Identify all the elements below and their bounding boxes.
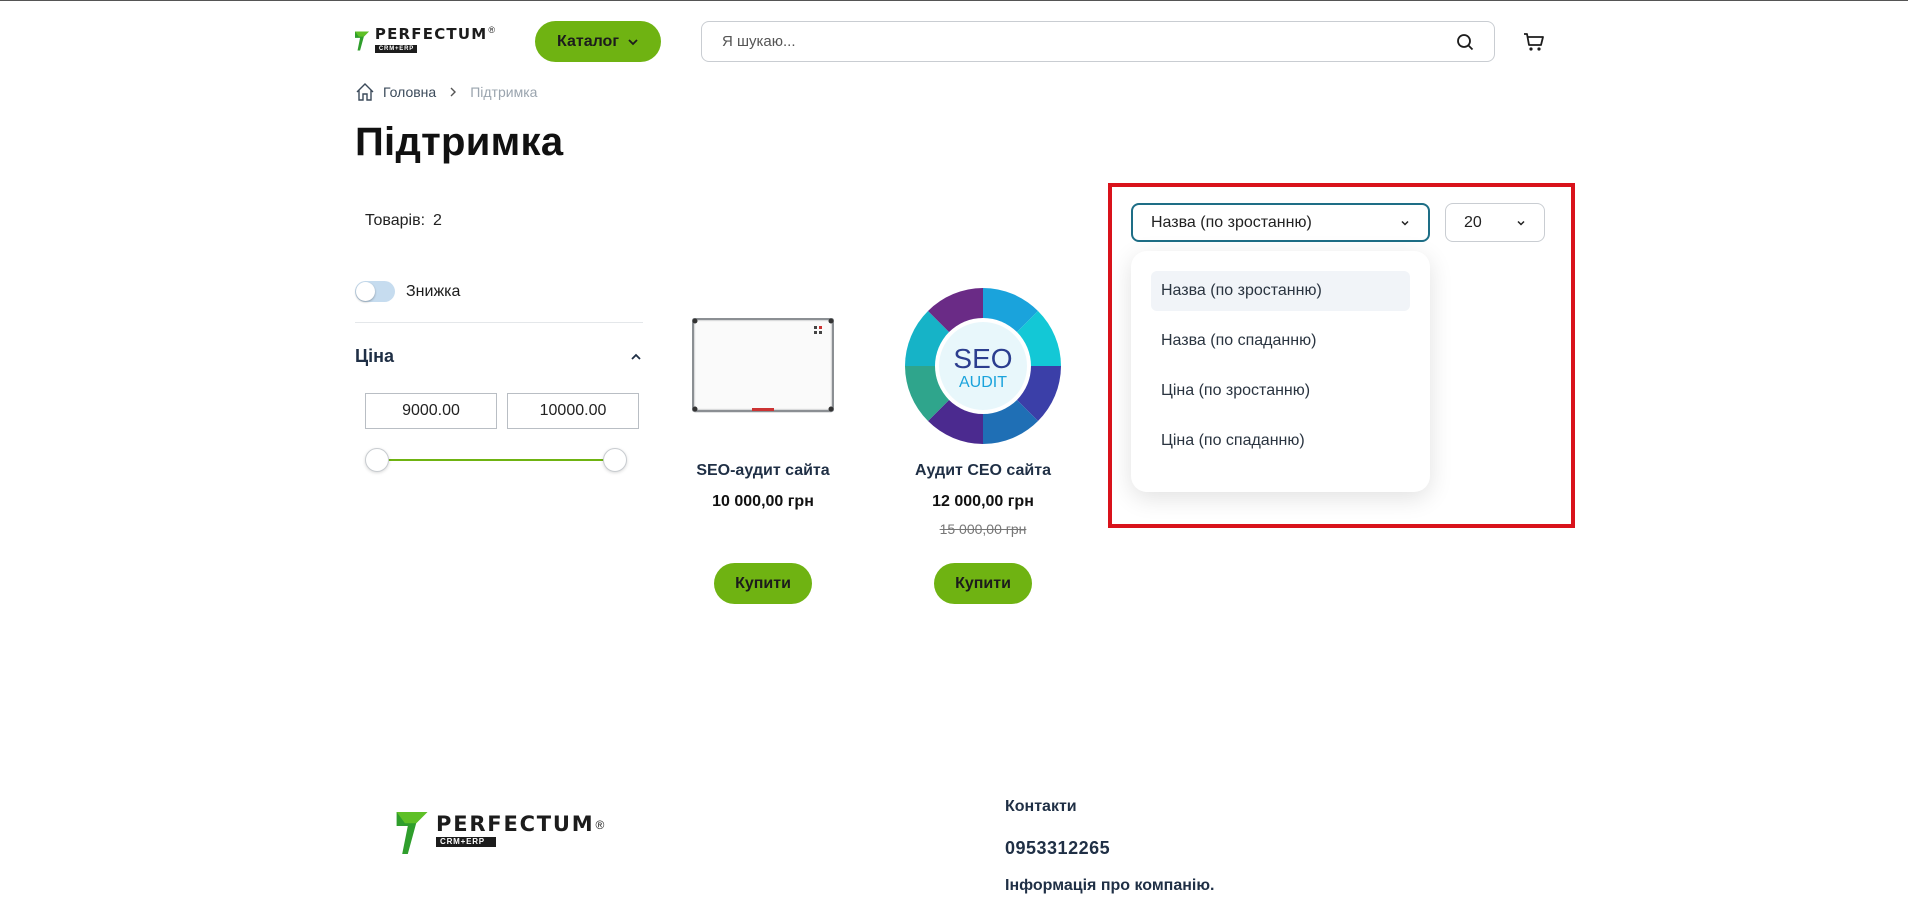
search-input[interactable] xyxy=(722,33,1456,50)
search-bar xyxy=(701,21,1495,62)
sort-option[interactable]: Назва (по спаданню) xyxy=(1151,321,1410,361)
search-icon[interactable] xyxy=(1456,33,1474,51)
chevron-down-icon xyxy=(1517,220,1525,226)
breadcrumb: Головна Підтримка xyxy=(355,81,537,103)
price-max-input[interactable] xyxy=(507,393,639,429)
image-text-audit: AUDIT xyxy=(959,374,1007,391)
header: PERFECTUM® CRM+ERP Каталог xyxy=(0,0,1908,80)
chevron-down-icon xyxy=(1401,220,1409,226)
slider-handle-min[interactable] xyxy=(365,448,389,472)
product-old-price: 15 000,00 грн xyxy=(939,521,1027,537)
chevron-down-icon xyxy=(628,38,638,45)
page-title: Підтримка xyxy=(355,120,564,164)
product-count-value: 2 xyxy=(433,212,442,229)
price-min-input[interactable] xyxy=(365,393,497,429)
breadcrumb-current: Підтримка xyxy=(470,84,538,100)
sort-option[interactable]: Назва (по зростанню) xyxy=(1151,271,1410,311)
product-count: Товарів: 2 xyxy=(365,212,442,230)
product-name[interactable]: SEO-аудит сайта xyxy=(668,462,858,480)
image-text-seo: SEO xyxy=(953,343,1012,374)
home-icon[interactable] xyxy=(355,82,375,102)
per-page-select[interactable]: 20 xyxy=(1445,203,1545,242)
buy-button[interactable]: Купити xyxy=(934,563,1032,604)
product-name[interactable]: Аудит СЕО сайта xyxy=(888,462,1078,480)
price-inputs xyxy=(365,393,639,429)
product-image[interactable] xyxy=(683,286,843,446)
product-price: 12 000,00 грн xyxy=(932,493,1034,510)
slider-track xyxy=(377,459,615,461)
contacts-phone[interactable]: 0953312265 xyxy=(1005,838,1214,859)
breadcrumb-home[interactable]: Головна xyxy=(383,84,436,100)
buy-button[interactable]: Купити xyxy=(714,563,812,604)
divider xyxy=(355,322,643,323)
logo-subtext: CRM+ERP xyxy=(436,837,496,847)
logo-text: PERFECTUM® CRM+ERP xyxy=(436,812,604,847)
logo-mark-icon xyxy=(396,812,428,854)
product-count-label: Товарів: xyxy=(365,212,426,229)
logo-mark-icon xyxy=(355,31,369,51)
price-filter-header[interactable]: Ціна xyxy=(355,346,643,367)
discount-toggle[interactable] xyxy=(355,281,395,302)
sort-selected-value: Назва (по зростанню) xyxy=(1151,213,1312,231)
footer-contacts: Контакти 0953312265 Інформація про компа… xyxy=(1005,798,1214,895)
sort-select[interactable]: Назва (по зростанню) xyxy=(1131,203,1430,242)
product-price: 10 000,00 грн xyxy=(712,493,814,510)
logo-word: PERFECTUM xyxy=(436,812,595,836)
seo-audit-image: SEO AUDIT xyxy=(905,288,1061,444)
contacts-title: Контакти xyxy=(1005,798,1077,815)
discount-filter: Знижка xyxy=(355,281,460,302)
price-slider xyxy=(365,448,627,472)
site-logo[interactable]: PERFECTUM® CRM+ERP xyxy=(355,25,495,60)
product-card: SEO AUDIT Аудит СЕО сайта 12 000,00 грн … xyxy=(888,286,1078,604)
chevron-up-icon xyxy=(631,353,641,360)
product-image[interactable]: SEO AUDIT xyxy=(903,286,1063,446)
discount-label: Знижка xyxy=(406,282,461,300)
company-info-link[interactable]: Інформація про компанію. xyxy=(1005,877,1214,895)
chevron-right-icon xyxy=(450,87,457,97)
logo-registered: ® xyxy=(488,25,495,35)
sort-dropdown: Назва (по зростанню) Назва (по спаданню)… xyxy=(1131,251,1430,492)
slider-handle-max[interactable] xyxy=(603,448,627,472)
footer-logo[interactable]: PERFECTUM® CRM+ERP xyxy=(396,812,604,854)
logo-text: PERFECTUM® CRM+ERP xyxy=(374,25,495,53)
sort-option[interactable]: Ціна (по зростанню) xyxy=(1151,371,1410,411)
catalog-button[interactable]: Каталог xyxy=(535,21,661,62)
per-page-value: 20 xyxy=(1464,213,1482,231)
logo-registered: ® xyxy=(595,818,605,832)
catalog-label: Каталог xyxy=(557,32,619,50)
sort-option[interactable]: Ціна (по спаданню) xyxy=(1151,421,1410,461)
toggle-knob xyxy=(356,282,375,301)
product-card: SEO-аудит сайта 10 000,00 грн Купити xyxy=(668,286,858,604)
whiteboard-image xyxy=(692,318,834,413)
logo-subtext: CRM+ERP xyxy=(374,45,417,53)
price-filter-title: Ціна xyxy=(355,346,395,366)
cart-icon[interactable] xyxy=(1523,31,1545,53)
logo-word: PERFECTUM xyxy=(374,25,488,43)
